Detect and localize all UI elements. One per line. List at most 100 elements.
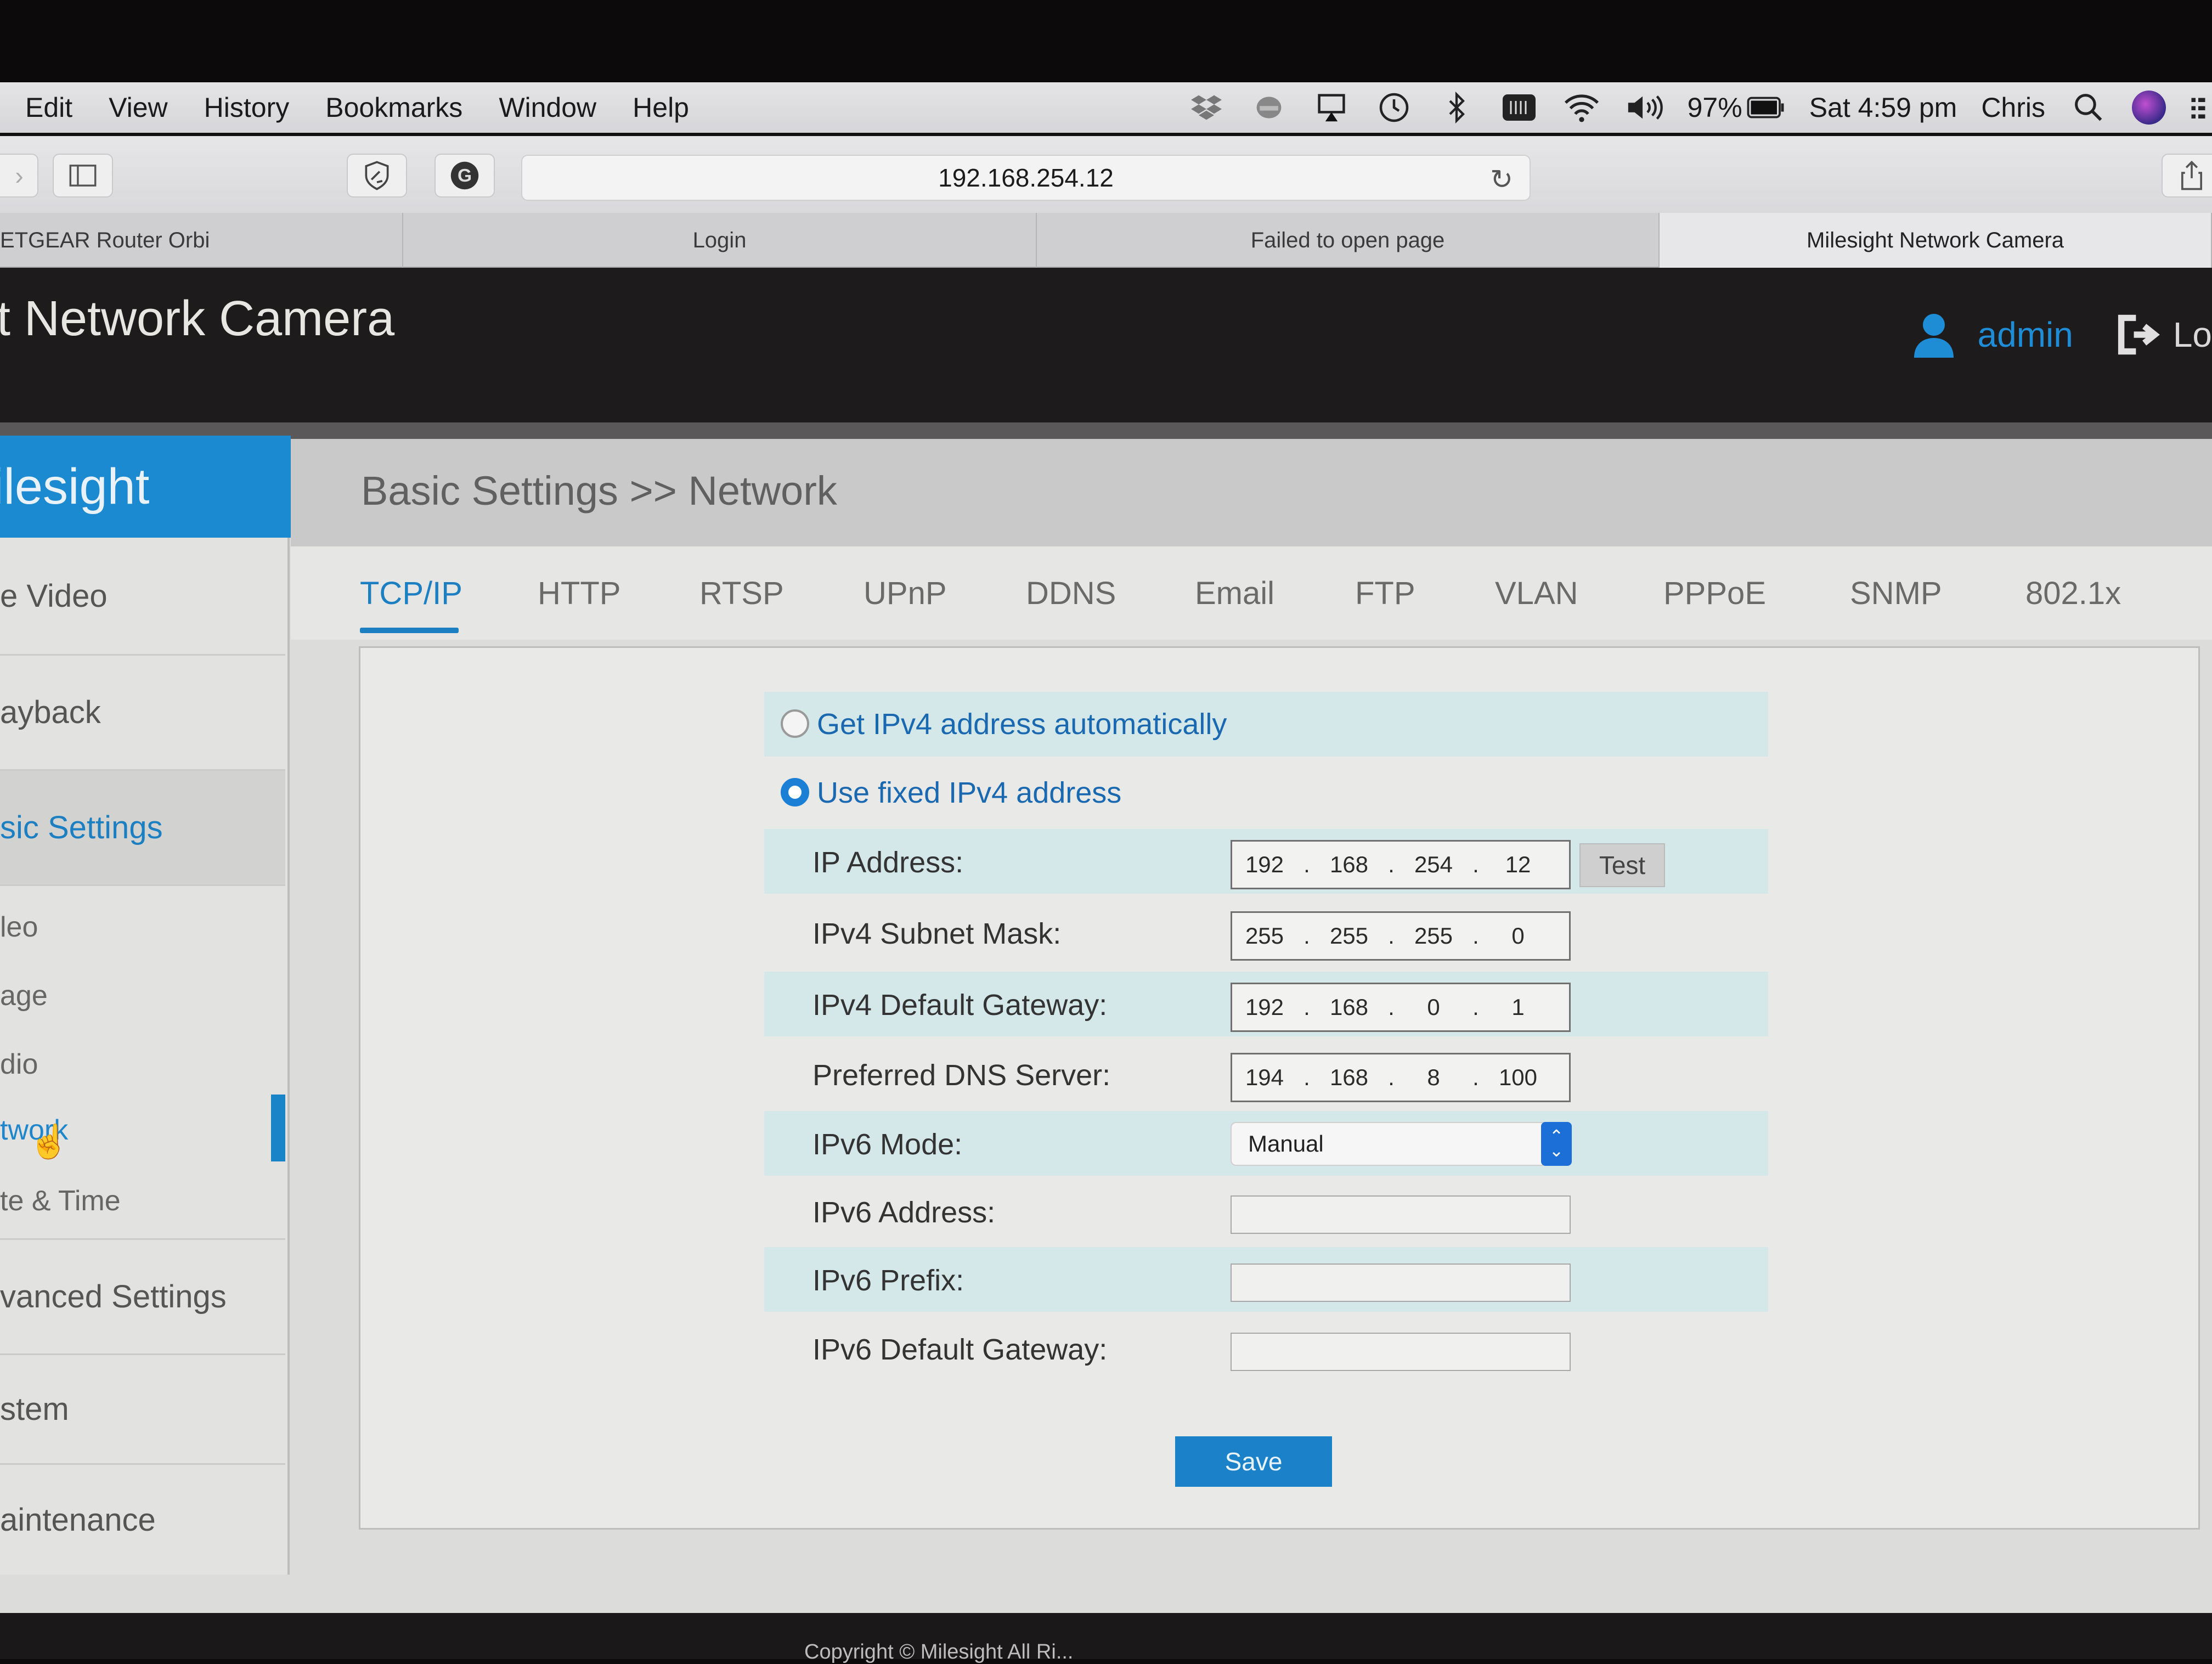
grammarly-button[interactable]: G: [435, 154, 495, 198]
browser-tab-label: Login: [693, 228, 747, 253]
logout-icon: [2117, 313, 2163, 357]
browser-tab-bar: ETGEAR Router Orbi Login Failed to open …: [0, 213, 2212, 268]
sidebar-toggle-button[interactable]: [53, 154, 113, 198]
dns-server-input[interactable]: 194. 168. 8. 100: [1231, 1053, 1571, 1102]
tab-email[interactable]: Email: [1195, 575, 1274, 612]
dns-octet-4[interactable]: 100: [1486, 1064, 1550, 1091]
sidebar-subitem-image[interactable]: age: [0, 963, 285, 1029]
breadcrumb: Basic Settings >> Network: [361, 467, 837, 514]
tab-ddns[interactable]: DDNS: [1026, 575, 1116, 612]
wifi-icon[interactable]: [1562, 91, 1601, 124]
sidebar-item-advanced-settings[interactable]: vanced Settings: [0, 1240, 285, 1355]
menu-view[interactable]: View: [109, 92, 167, 123]
sidebar-subitem-audio[interactable]: dio: [0, 1031, 285, 1097]
tab-pppoe[interactable]: PPPoE: [1663, 575, 1766, 612]
menu-help[interactable]: Help: [633, 92, 689, 123]
gw-octet-4[interactable]: 1: [1486, 994, 1550, 1020]
gw-octet-1[interactable]: 192: [1232, 994, 1297, 1020]
tab-http[interactable]: HTTP: [538, 575, 620, 612]
tab-8021x[interactable]: 802.1x: [2025, 575, 2121, 612]
sidebar-item-live-video[interactable]: e Video: [0, 538, 285, 656]
ipv4-fixed-label[interactable]: Use fixed IPv4 address: [817, 776, 1121, 810]
menu-bar: Edit View History Bookmarks Window Help: [0, 82, 2212, 133]
mask-octet-1[interactable]: 255: [1232, 923, 1297, 949]
sidebar-item-playback[interactable]: ayback: [0, 656, 285, 771]
dropbox-icon[interactable]: [1187, 91, 1226, 124]
menu-bookmarks[interactable]: Bookmarks: [325, 92, 462, 123]
user-menu[interactable]: Chris: [1981, 92, 2045, 123]
tab-ftp[interactable]: FTP: [1355, 575, 1415, 612]
copyright-text: Copyright © Milesight All Ri...: [804, 1640, 1074, 1664]
tab-vlan[interactable]: VLAN: [1495, 575, 1578, 612]
browser-tab[interactable]: ETGEAR Router Orbi: [0, 213, 403, 268]
extension-shield-button[interactable]: [347, 154, 407, 198]
mask-octet-3[interactable]: 255: [1401, 923, 1466, 949]
volume-icon[interactable]: [1625, 91, 1663, 124]
ipv4-fixed-row: Use fixed IPv4 address: [764, 760, 1768, 825]
ip-octet-3[interactable]: 254: [1401, 851, 1466, 878]
notification-center-icon[interactable]: [2190, 91, 2207, 124]
sidebar-subitem-date-time[interactable]: te & Time: [0, 1163, 285, 1240]
browser-tab[interactable]: Failed to open page: [1037, 213, 1660, 268]
logout-button[interactable]: Lo: [2117, 313, 2212, 357]
ipv6-mode-select[interactable]: Manual ⌃⌄: [1231, 1122, 1571, 1166]
menu-edit[interactable]: Edit: [25, 92, 72, 123]
test-button[interactable]: Test: [1579, 843, 1665, 887]
forward-button[interactable]: ›: [0, 154, 38, 198]
app-title: t Network Camera: [0, 291, 394, 347]
dns-octet-2[interactable]: 168: [1317, 1064, 1381, 1091]
time-machine-icon[interactable]: [1375, 91, 1413, 124]
sidebar-item-maintenance[interactable]: aintenance: [0, 1465, 285, 1575]
browser-tab-active[interactable]: Milesight Network Camera: [1660, 213, 2212, 268]
tab-rtsp[interactable]: RTSP: [699, 575, 784, 612]
browser-tab-label: Failed to open page: [1251, 228, 1445, 253]
sidebar-item-label: sic Settings: [0, 809, 163, 846]
spotlight-search-icon[interactable]: [2069, 91, 2108, 124]
subnet-mask-input[interactable]: 255. 255. 255. 0: [1231, 911, 1571, 961]
app-helmet-icon[interactable]: [1250, 91, 1288, 124]
tab-snmp[interactable]: SNMP: [1850, 575, 1942, 612]
ipv6-prefix-row: IPv6 Prefix:: [764, 1247, 1768, 1312]
ip-octet-4[interactable]: 12: [1486, 851, 1550, 878]
ip-octet-2[interactable]: 168: [1317, 851, 1381, 878]
clock[interactable]: Sat 4:59 pm: [1809, 92, 1957, 123]
sidebar-item-label: dio: [0, 1048, 38, 1081]
save-button[interactable]: Save: [1175, 1436, 1332, 1487]
mask-octet-4[interactable]: 0: [1486, 923, 1550, 949]
bluetooth-icon[interactable]: [1437, 91, 1476, 124]
ip-address-input[interactable]: 192. 168. 254. 12: [1231, 840, 1571, 889]
ipv6-mode-label: IPv6 Mode:: [812, 1127, 962, 1161]
sidebar-subitem-video[interactable]: leo: [0, 894, 285, 960]
tab-tcpip[interactable]: TCP/IP: [360, 575, 462, 612]
ipv4-fixed-radio[interactable]: [781, 778, 809, 806]
dns-octet-3[interactable]: 8: [1401, 1064, 1466, 1091]
menu-history[interactable]: History: [204, 92, 290, 123]
dns-octet-1[interactable]: 194: [1232, 1064, 1297, 1091]
ipv6-address-input[interactable]: [1231, 1195, 1571, 1234]
menu-window[interactable]: Window: [499, 92, 596, 123]
sidebar-item-basic-settings[interactable]: sic Settings: [0, 771, 285, 886]
ipv4-auto-label[interactable]: Get IPv4 address automatically: [817, 707, 1227, 741]
battery-icon[interactable]: [1747, 91, 1785, 124]
ipv6-gateway-input[interactable]: [1231, 1333, 1571, 1371]
reload-icon[interactable]: ↻: [1490, 163, 1513, 195]
ipv6-prefix-input[interactable]: [1231, 1263, 1571, 1302]
active-item-marker: [271, 1095, 285, 1161]
sidebar-item-system[interactable]: stem: [0, 1355, 285, 1465]
address-bar[interactable]: 192.168.254.12 ↻: [521, 155, 1531, 201]
ip-octet-1[interactable]: 192: [1232, 851, 1297, 878]
memory-icon[interactable]: [1500, 91, 1538, 124]
mask-octet-2[interactable]: 255: [1317, 923, 1381, 949]
share-button[interactable]: [2162, 154, 2212, 198]
ipv6-gateway-label: IPv6 Default Gateway:: [812, 1333, 1107, 1367]
gw-octet-3[interactable]: 0: [1401, 994, 1466, 1020]
siri-icon[interactable]: [2132, 91, 2166, 125]
ipv4-auto-radio[interactable]: [781, 709, 809, 738]
app-header: t Network Camera admin Lo: [0, 268, 2212, 422]
username-link[interactable]: admin: [1978, 314, 2073, 355]
default-gateway-input[interactable]: 192. 168. 0. 1: [1231, 983, 1571, 1032]
gw-octet-2[interactable]: 168: [1317, 994, 1381, 1020]
airplay-icon[interactable]: [1312, 91, 1351, 124]
tab-upnp[interactable]: UPnP: [864, 575, 947, 612]
browser-tab[interactable]: Login: [403, 213, 1037, 268]
